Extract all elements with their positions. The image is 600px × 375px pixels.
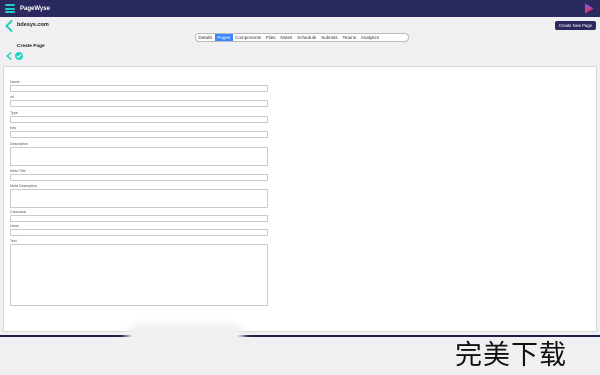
tab-teams[interactable]: Teams <box>340 34 358 41</box>
meta-description-label: Meta Description <box>10 184 37 188</box>
play-logo-icon[interactable] <box>584 3 594 14</box>
tab-notes[interactable]: Notes <box>278 34 295 41</box>
description-label: Description <box>10 142 28 146</box>
name-input[interactable] <box>10 85 268 92</box>
url-input[interactable] <box>10 100 268 107</box>
create-new-page-button[interactable]: Create New Page <box>554 21 596 30</box>
brand-name: PageWyse <box>20 5 50 12</box>
section-tabs: Details Pages Components Files Notes Sch… <box>195 33 409 42</box>
tab-details[interactable]: Details <box>196 34 215 41</box>
canonical-input[interactable] <box>10 215 268 222</box>
tab-pages[interactable]: Pages <box>214 34 233 41</box>
page-title: Create Page <box>17 44 45 49</box>
name-label: Name <box>10 80 20 84</box>
type-input[interactable] <box>10 116 268 123</box>
tab-files[interactable]: Files <box>263 34 277 41</box>
site-name: bdesys.com <box>17 22 49 28</box>
head-label: Head <box>10 224 19 228</box>
create-page-form: Name url Type Key Description Meta Title… <box>3 66 597 332</box>
tab-analytics[interactable]: Analytics <box>358 34 381 41</box>
description-textarea[interactable] <box>10 147 268 166</box>
canonical-label: Canonical <box>10 210 26 214</box>
top-navbar: PageWyse <box>0 0 600 17</box>
watermark-text: 完美下载 <box>455 340 567 371</box>
meta-description-textarea[interactable] <box>10 189 268 208</box>
hamburger-menu-icon[interactable] <box>5 4 15 13</box>
key-input[interactable] <box>10 131 268 138</box>
key-label: Key <box>10 126 17 130</box>
divider-gap <box>132 330 238 342</box>
back-arrow-icon[interactable] <box>6 52 12 60</box>
tab-schedule[interactable]: Schedule <box>295 34 319 41</box>
back-chevron-icon[interactable] <box>5 20 13 32</box>
save-check-icon[interactable] <box>15 52 23 60</box>
meta-title-input[interactable] <box>10 174 268 181</box>
text-textarea[interactable] <box>10 244 268 306</box>
url-label: url <box>10 95 14 99</box>
text-label: Text <box>10 239 17 243</box>
tab-submits[interactable]: Submits <box>319 34 340 41</box>
type-label: Type <box>10 111 18 115</box>
tab-components[interactable]: Components <box>233 34 264 41</box>
head-input[interactable] <box>10 229 268 236</box>
site-header: bdesys.com Create New Page <box>0 19 600 33</box>
meta-title-label: Meta Title <box>10 169 26 173</box>
